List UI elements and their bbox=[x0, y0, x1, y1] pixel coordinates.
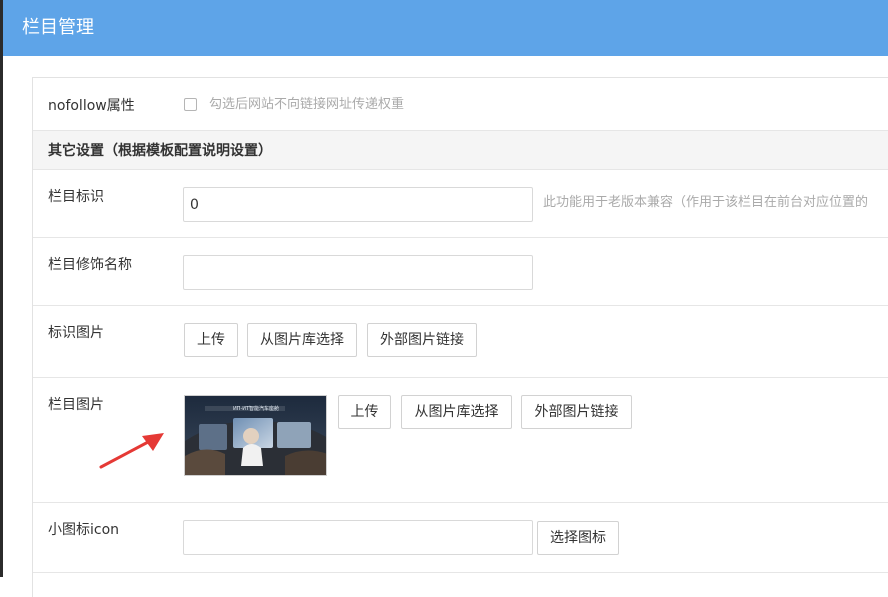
form-row-column-id: 栏目标识 此功能用于老版本兼容（作用于该栏目在前台对应位置的 bbox=[33, 170, 888, 238]
page-header: 栏目管理 bbox=[3, 0, 888, 56]
column-image-external-link-button[interactable]: 外部图片链接 bbox=[521, 395, 632, 429]
nofollow-checkbox[interactable] bbox=[184, 98, 197, 111]
small-icon-label: 小图标icon bbox=[48, 522, 120, 538]
logo-image-label: 标识图片 bbox=[48, 325, 104, 341]
column-id-label: 栏目标识 bbox=[48, 189, 104, 205]
section-title: 其它设置（根据模板配置说明设置） bbox=[48, 143, 272, 159]
form-row-small-icon: 小图标icon 选择图标 bbox=[33, 503, 888, 573]
small-icon-input[interactable] bbox=[183, 520, 533, 555]
form-row-column-image: 栏目图片 ИП-ИТ智能汽车座舱 上传 从图片库选择 外部图片链接 bbox=[33, 378, 888, 503]
logo-library-button[interactable]: 从图片库选择 bbox=[247, 323, 357, 357]
window-left-edge bbox=[0, 0, 3, 577]
column-id-hint: 此功能用于老版本兼容（作用于该栏目在前台对应位置的 bbox=[543, 195, 869, 210]
column-image-label: 栏目图片 bbox=[48, 397, 104, 413]
red-arrow-icon bbox=[99, 433, 164, 469]
column-decor-name-input[interactable] bbox=[183, 255, 533, 290]
section-other-settings: 其它设置（根据模板配置说明设置） bbox=[33, 131, 888, 170]
logo-external-link-button[interactable]: 外部图片链接 bbox=[367, 323, 477, 357]
column-id-input[interactable] bbox=[183, 187, 533, 222]
column-image-upload-button[interactable]: 上传 bbox=[338, 395, 391, 429]
logo-upload-button[interactable]: 上传 bbox=[184, 323, 238, 357]
nofollow-hint: 勾选后网站不向链接网址传递权重 bbox=[209, 97, 405, 112]
page-title: 栏目管理 bbox=[22, 17, 94, 38]
column-image-library-button[interactable]: 从图片库选择 bbox=[401, 395, 512, 429]
choose-icon-button[interactable]: 选择图标 bbox=[537, 521, 619, 555]
form-row-nofollow: nofollow属性 勾选后网站不向链接网址传递权重 bbox=[33, 78, 888, 131]
form-panel: nofollow属性 勾选后网站不向链接网址传递权重 其它设置（根据模板配置说明… bbox=[32, 77, 888, 597]
thumbnail-caption: ИП-ИТ智能汽车座舱 bbox=[233, 405, 279, 412]
form-row-logo-image: 标识图片 上传 从图片库选择 外部图片链接 bbox=[33, 306, 888, 378]
car-cockpit-image: ИП-ИТ智能汽车座舱 bbox=[185, 396, 326, 475]
form-row-column-decor-name: 栏目修饰名称 bbox=[33, 238, 888, 306]
column-decor-name-label: 栏目修饰名称 bbox=[48, 257, 132, 273]
column-image-thumbnail[interactable]: ИП-ИТ智能汽车座舱 bbox=[184, 395, 327, 476]
nofollow-label: nofollow属性 bbox=[48, 98, 135, 114]
